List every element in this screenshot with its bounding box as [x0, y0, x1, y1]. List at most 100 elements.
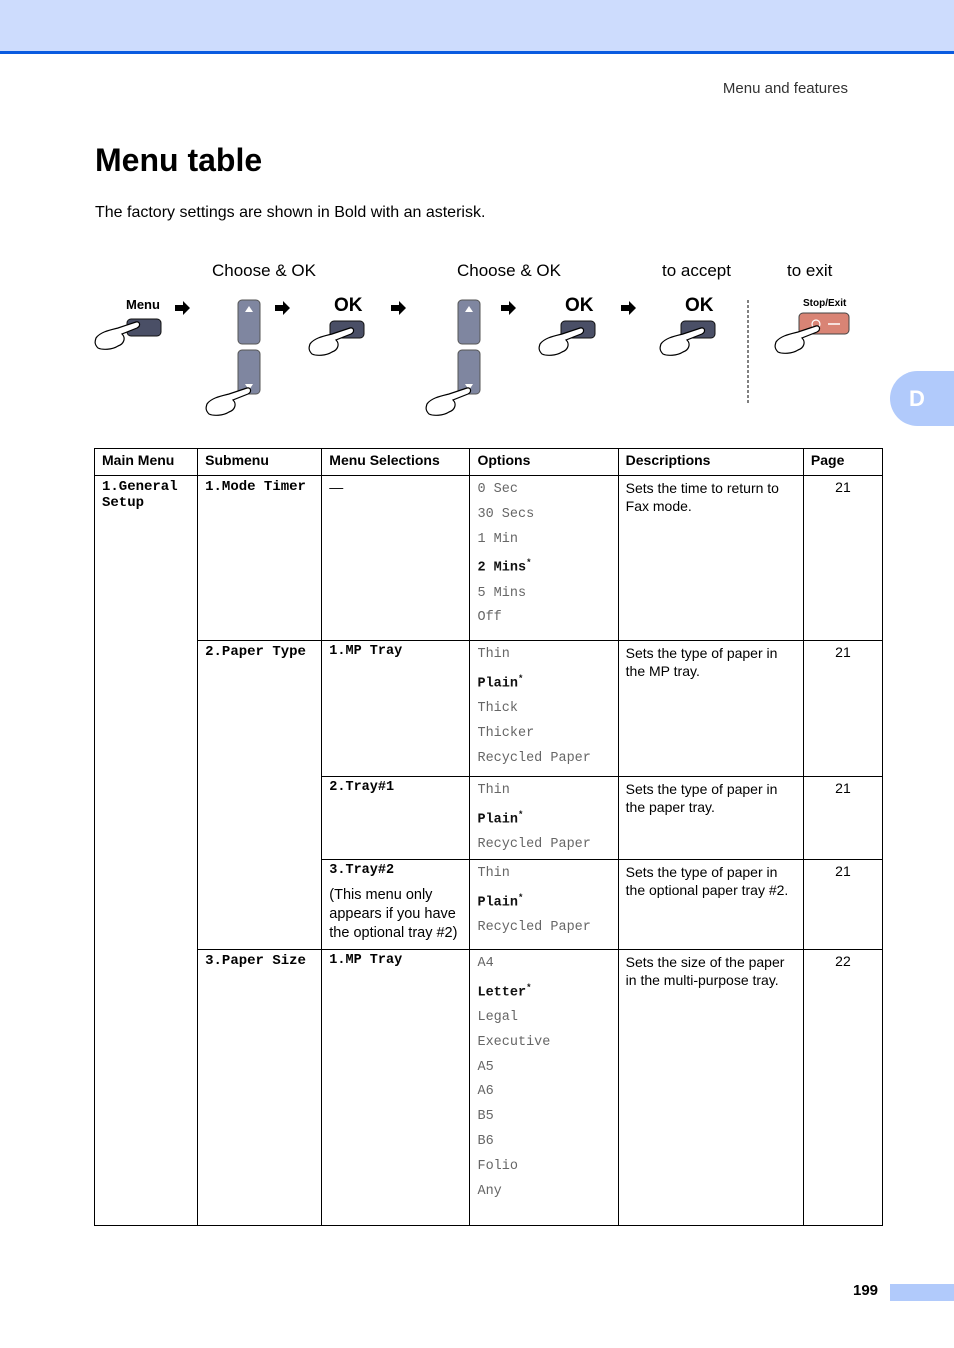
option-default: Plain*	[477, 885, 610, 917]
option-label: A6	[477, 1084, 494, 1100]
option-label: Plain	[477, 676, 518, 692]
option-item: Thick	[477, 695, 610, 723]
option-label: 30 Secs	[477, 506, 535, 522]
option-item: Recycled Paper	[477, 831, 610, 859]
option-label: Thicker	[477, 725, 535, 741]
description-cell: Sets the time to return to Fax mode.	[617, 475, 804, 641]
menu-selection-cell: 3.Tray#2 (This menu only appears if you h…	[321, 858, 471, 950]
arrow-right-icon	[621, 301, 636, 315]
options-cell: A4 Letter* Legal Executive A5 A6 B5 B6 Folio Any	[469, 948, 619, 1226]
options-cell: Thin Plain* Thick Thicker Recycled Paper	[469, 640, 619, 777]
col-header-main-menu: Main Menu	[93, 448, 199, 476]
option-label: B5	[477, 1109, 494, 1125]
hand-icon	[774, 325, 821, 354]
option-label: 5 Mins	[477, 585, 527, 601]
arrow-right-icon	[275, 301, 290, 315]
option-item: Recycled Paper	[477, 914, 610, 942]
option-label: Thin	[477, 783, 510, 798]
page-ref-cell: 21	[802, 858, 884, 950]
option-label: Thin	[477, 647, 510, 662]
option-label: Off	[477, 610, 502, 626]
footer-bar	[890, 1284, 954, 1301]
table-header-row: Main Menu Submenu Menu Selections Option…	[93, 448, 884, 476]
option-label: Thin	[477, 865, 510, 881]
options-cell: Thin Plain* Recycled Paper	[469, 776, 619, 860]
col-header-submenu: Submenu	[197, 448, 323, 476]
menu-selection-cell: —	[321, 475, 471, 641]
option-item: Folio	[477, 1153, 610, 1181]
option-label: Letter	[477, 985, 527, 1001]
menu-selection-label: 2.Tray#1	[329, 780, 395, 795]
option-label: Recycled Paper	[477, 837, 591, 853]
option-label: Plain	[477, 895, 518, 911]
hand-icon	[425, 387, 472, 416]
description-cell: Sets the type of paper in the optional p…	[617, 858, 804, 950]
submenu-cell: 3.Paper Size	[197, 948, 323, 1226]
option-label: 2 Mins	[477, 560, 527, 576]
option-item: B5	[477, 1103, 610, 1131]
arrow-right-icon	[501, 301, 516, 315]
arrow-right-icon	[175, 301, 190, 315]
menu-selection-label: —	[329, 479, 344, 495]
menu-selection-label: 1.MP Tray	[329, 952, 403, 968]
control-panel-diagram	[94, 299, 850, 416]
table-row: 1.General Setup 1.Mode Timer — 0 Sec 30 Secs…	[93, 475, 884, 1226]
option-label: 1 Min	[477, 531, 518, 547]
arrow-right-icon	[391, 301, 406, 315]
submenu-cell: 1.Mode Timer	[197, 475, 323, 641]
default-asterisk: *	[517, 892, 524, 903]
menu-selection-cell: 2.Tray#1	[321, 776, 471, 860]
description-cell: Sets the size of the paper in the multi-…	[617, 948, 804, 1226]
option-label: Thick	[477, 701, 518, 717]
page-number: 199	[853, 1282, 879, 1299]
option-item: Thin	[477, 860, 610, 888]
menu-selection-cell: 1.MP Tray	[321, 640, 471, 777]
col-header-options: Options	[469, 448, 619, 476]
page-ref-cell: 22	[802, 948, 884, 1226]
option-label: A4	[477, 955, 494, 971]
option-item: Legal	[477, 1004, 610, 1032]
option-default: Plain*	[477, 666, 610, 698]
option-label: Legal	[477, 1009, 518, 1025]
default-asterisk: *	[517, 673, 524, 684]
description-cell: Sets the type of paper in the paper tray…	[617, 776, 804, 860]
option-label: Folio	[477, 1158, 518, 1174]
option-default: Plain*	[477, 802, 610, 834]
option-item: 0 Sec	[477, 476, 610, 504]
option-item: Recycled Paper	[477, 745, 610, 773]
option-label: Executive	[477, 1034, 551, 1050]
submenu-cell: 2.Paper Type	[197, 640, 323, 950]
option-item: Off	[477, 604, 610, 632]
table-row: 2.Paper Type 1.MP Tray Thin Plain* Thick Thic…	[95, 640, 884, 950]
menu-selection-label: 3.Tray#2	[329, 862, 395, 878]
hand-icon	[205, 387, 252, 416]
menu-selection-label: 1.MP Tray	[329, 644, 403, 659]
options-cell: Thin Plain* Recycled Paper	[469, 858, 619, 950]
option-label: 0 Sec	[477, 482, 518, 497]
page-ref-cell: 21	[802, 776, 884, 860]
option-item: Executive	[477, 1029, 610, 1057]
col-header-page: Page	[802, 448, 884, 476]
option-label: Plain	[477, 812, 518, 828]
option-item: 1 Min	[477, 526, 610, 554]
option-default: 2 Mins*	[477, 550, 610, 582]
table-row: 3.Paper Size 1.MP Tray A4 Letter* Legal Execu…	[95, 948, 884, 1226]
default-asterisk: *	[517, 809, 524, 820]
page-ref-cell: 21	[802, 475, 884, 641]
option-label: Recycled Paper	[477, 750, 591, 766]
option-label: Recycled Paper	[477, 919, 591, 935]
options-cell: 0 Sec 30 Secs 1 Min 2 Mins* 5 Mins Off	[469, 475, 619, 641]
option-item: A5	[477, 1054, 610, 1082]
option-item: Thin	[477, 777, 610, 805]
option-label: B6	[477, 1133, 494, 1149]
option-item: 30 Secs	[477, 501, 610, 529]
main-menu-cell: 1.General Setup	[93, 475, 199, 1226]
option-label: A5	[477, 1059, 494, 1075]
option-item: A6	[477, 1078, 610, 1106]
page-ref-cell: 21	[802, 640, 884, 777]
menu-table: Main Menu Submenu Menu Selections Option…	[93, 448, 884, 1226]
option-item: Thin	[477, 641, 610, 669]
menu-selection-cell: 1.MP Tray	[321, 948, 471, 1226]
description-cell: Sets the type of paper in the MP tray.	[617, 640, 804, 777]
option-label: Any	[477, 1183, 502, 1199]
